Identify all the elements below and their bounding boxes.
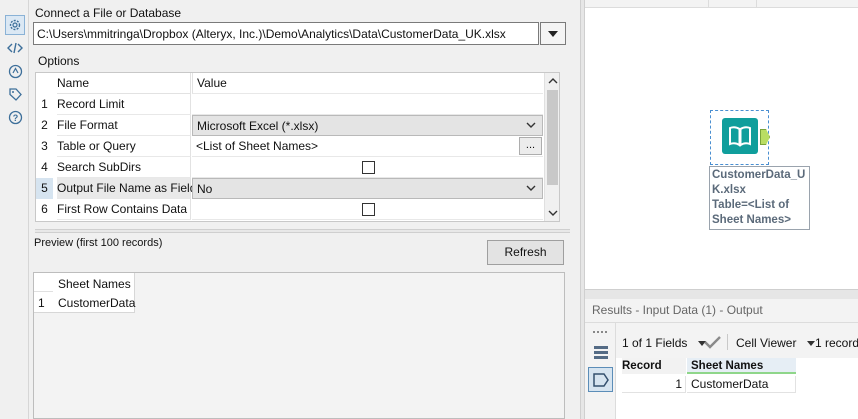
- book-icon[interactable]: [722, 118, 758, 154]
- preview-table: Sheet Names 1 CustomerData: [34, 273, 135, 313]
- preview-col-header: Sheet Names: [58, 277, 131, 291]
- option-name: Table or Query: [57, 136, 191, 157]
- output-file-name-value: No: [197, 182, 213, 196]
- file-path-input[interactable]: C:\Users\mmitringa\Dropbox (Alteryx, Inc…: [33, 22, 539, 45]
- row-number: 5: [36, 178, 53, 199]
- chevron-down-icon: [526, 185, 536, 191]
- first-row-data-checkbox[interactable]: [362, 203, 375, 216]
- checkmark-icon[interactable]: [704, 335, 721, 349]
- col-header-name: Name: [57, 73, 191, 94]
- caret-down-icon: [806, 340, 815, 346]
- row-number: 2: [41, 118, 48, 132]
- scroll-down-icon[interactable]: [548, 210, 558, 217]
- connect-label: Connect a File or Database: [35, 6, 182, 20]
- col-header-value: Value: [192, 73, 543, 94]
- option-row-record-limit[interactable]: 1 Record Limit: [36, 94, 543, 115]
- first-row-data-cell: [192, 199, 543, 220]
- result-cell[interactable]: CustomerData: [687, 376, 796, 393]
- search-subdirs-cell: [192, 157, 543, 178]
- tag-outline-icon: [593, 373, 609, 387]
- options-grid-scrollbar[interactable]: [544, 73, 559, 221]
- refresh-button[interactable]: Refresh: [487, 240, 564, 265]
- file-format-value: Microsoft Excel (*.xlsx): [197, 119, 319, 133]
- results-table: Record Sheet Names 1 CustomerData: [616, 358, 858, 419]
- record-limit-input[interactable]: [192, 94, 543, 115]
- tool-label-line: K.xlsx: [712, 184, 746, 196]
- cell-viewer-selector[interactable]: Cell Viewer: [736, 336, 815, 350]
- panel-splitter[interactable]: [35, 229, 570, 233]
- chevron-down-icon: [526, 122, 536, 128]
- preview-row-number: 1: [38, 296, 45, 310]
- table-or-query-value: <List of Sheet Names>: [196, 139, 319, 153]
- file-format-select[interactable]: Microsoft Excel (*.xlsx): [192, 115, 543, 136]
- tag-icon[interactable]: [5, 84, 25, 104]
- table-or-query-browse-button[interactable]: ...: [519, 137, 542, 155]
- option-name: Output File Name as Field: [57, 178, 196, 199]
- preview-grid: Sheet Names 1 CustomerData: [33, 272, 565, 419]
- output-file-name-select[interactable]: No: [192, 178, 543, 199]
- col-header-record[interactable]: Record: [622, 358, 686, 374]
- grid-header: Name Value: [36, 73, 543, 94]
- results-splitter[interactable]: [585, 289, 858, 299]
- results-toolbar: 1 of 1 Fields Cell Viewer 1 record: [616, 323, 858, 358]
- tool-label-line: Sheet Names>: [712, 214, 791, 226]
- divider: [34, 291, 53, 292]
- fields-selector[interactable]: 1 of 1 Fields: [622, 336, 706, 350]
- file-path-dropdown-button[interactable]: [540, 22, 566, 45]
- canvas-tab-strip: [585, 0, 858, 8]
- preview-label: Preview (first 100 records): [34, 237, 163, 249]
- table-or-query-field[interactable]: <List of Sheet Names> ...: [192, 136, 543, 157]
- scrollbar-thumb[interactable]: [547, 90, 558, 185]
- cell-viewer-label: Cell Viewer: [736, 336, 797, 350]
- option-row-table-or-query[interactable]: 3 Table or Query <List of Sheet Names> .…: [36, 136, 543, 157]
- tool-label-line: Table=<List of: [712, 199, 790, 211]
- record-count: 1 record: [815, 336, 858, 350]
- option-name: Search SubDirs: [57, 157, 191, 178]
- results-title: Results - Input Data (1) - Output: [585, 299, 858, 323]
- annotation-icon[interactable]: [5, 61, 25, 81]
- fields-count: 1 of 1 Fields: [622, 336, 688, 350]
- metadata-view-button[interactable]: [588, 367, 613, 392]
- tool-label-line: CustomerData_U: [712, 169, 806, 181]
- col-header-sheet-names[interactable]: Sheet Names: [687, 358, 796, 374]
- result-row-number: 1: [622, 376, 686, 393]
- options-grid: Name Value 1 Record Limit 2 File Format …: [35, 72, 560, 222]
- divider: [727, 334, 728, 350]
- option-row-file-format[interactable]: 2 File Format Microsoft Excel (*.xlsx): [36, 115, 543, 136]
- gear-icon[interactable]: [5, 15, 25, 35]
- options-label: Options: [38, 54, 80, 68]
- option-name: File Format: [57, 115, 191, 136]
- preview-cell: CustomerData: [58, 296, 136, 310]
- config-icon-strip: ?: [0, 0, 29, 419]
- row-number: 3: [41, 139, 48, 153]
- results-side-toolbar: [585, 323, 616, 419]
- row-number: 6: [41, 202, 48, 216]
- option-row-first-row-data[interactable]: 6 First Row Contains Data: [36, 199, 543, 220]
- row-number: 4: [41, 160, 48, 174]
- option-name: First Row Contains Data: [57, 199, 191, 220]
- svg-text:?: ?: [12, 113, 18, 123]
- grip-icon: [593, 331, 609, 333]
- option-row-output-file-name[interactable]: 5 Output File Name as Field No: [36, 178, 543, 199]
- row-number: 1: [41, 97, 48, 111]
- option-name: Record Limit: [57, 94, 191, 115]
- tool-annotation: CustomerData_U K.xlsx Table=<List of She…: [709, 166, 810, 230]
- caret-down-icon: [548, 30, 558, 37]
- scroll-up-icon[interactable]: [548, 77, 558, 84]
- help-icon[interactable]: ?: [5, 107, 25, 127]
- option-row-search-subdirs[interactable]: 4 Search SubDirs: [36, 157, 543, 178]
- code-icon[interactable]: [5, 38, 25, 58]
- search-subdirs-checkbox[interactable]: [362, 161, 375, 174]
- table-view-icon[interactable]: [593, 344, 609, 360]
